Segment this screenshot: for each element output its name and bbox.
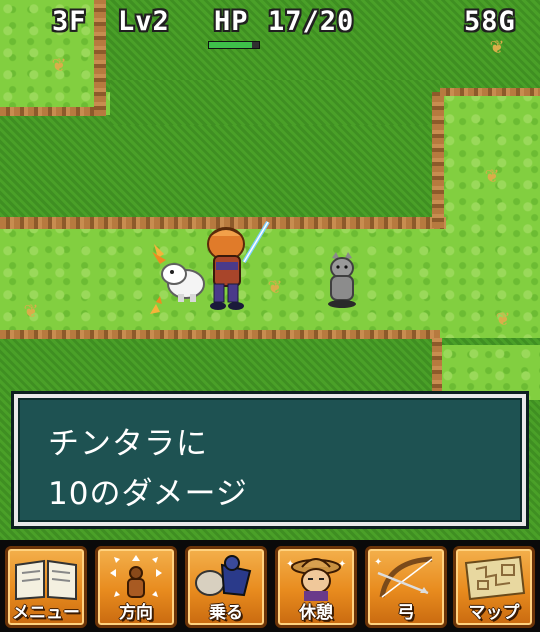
dirt-ledge	[0, 330, 440, 339]
heart-flower: ❦	[496, 306, 510, 331]
rest-icon: ✦ ✦	[286, 558, 346, 601]
dirt-ledge	[440, 88, 540, 96]
bow-icon: ✦	[374, 556, 433, 598]
message-line-2: 10のダメージ	[48, 476, 248, 512]
status-hud: 3F Lv2 HP 17/20 58G	[0, 6, 540, 40]
direction-button[interactable]: 方向	[95, 546, 177, 628]
chintara-monster	[150, 244, 205, 314]
hp-value: 17/20	[268, 6, 355, 37]
command-menu: メニュー 方向 乗る ✦ ✦ 休憩 ✦ 弓 マップ	[0, 540, 540, 632]
grass-wall	[0, 115, 440, 220]
gray-rat-monster	[328, 252, 356, 308]
bow-button[interactable]: ✦ 弓	[365, 546, 447, 628]
bow-button-label: 弓	[397, 603, 415, 623]
ride-icon	[195, 555, 252, 597]
dirt-ledge	[432, 92, 444, 228]
ride-button[interactable]: 乗る	[185, 546, 267, 628]
game-screen: ❦ ❦ ❦ ❦ ❦ ❦ 3F Lv2 HP 17/20 58G チンタラに 10…	[0, 0, 540, 632]
map-button[interactable]: マップ	[453, 546, 535, 628]
heart-flower: ❦	[24, 298, 38, 323]
menu-button-label: メニュー	[12, 603, 80, 623]
direction-button-label: 方向	[119, 603, 153, 623]
message-window: チンタラに 10のダメージ	[14, 394, 526, 526]
hp-label: HP	[214, 6, 249, 37]
svg-text:✦: ✦	[374, 557, 382, 568]
heart-flower: ❦	[485, 163, 499, 188]
floor-indicator: 3F	[52, 6, 87, 37]
book-icon	[15, 559, 77, 601]
message-line-1: チンタラに	[48, 426, 208, 462]
grass-wall	[110, 80, 440, 125]
map-icon	[464, 555, 526, 601]
svg-text:✦: ✦	[286, 559, 294, 570]
level-indicator: Lv2	[118, 6, 170, 37]
direction-icon	[110, 555, 162, 598]
map-button-label: マップ	[468, 603, 520, 623]
menu-button[interactable]: メニュー	[5, 546, 87, 628]
svg-text:✦: ✦	[338, 559, 346, 570]
dirt-ledge	[0, 107, 100, 116]
hp-bar-fill	[209, 42, 252, 48]
gold-counter: 58G	[464, 6, 516, 37]
rest-button[interactable]: ✦ ✦ 休憩	[275, 546, 357, 628]
rest-button-label: 休憩	[299, 603, 333, 623]
ride-button-label: 乗る	[209, 603, 243, 623]
heart-flower: ❦	[52, 52, 66, 77]
hp-bar	[208, 41, 260, 49]
